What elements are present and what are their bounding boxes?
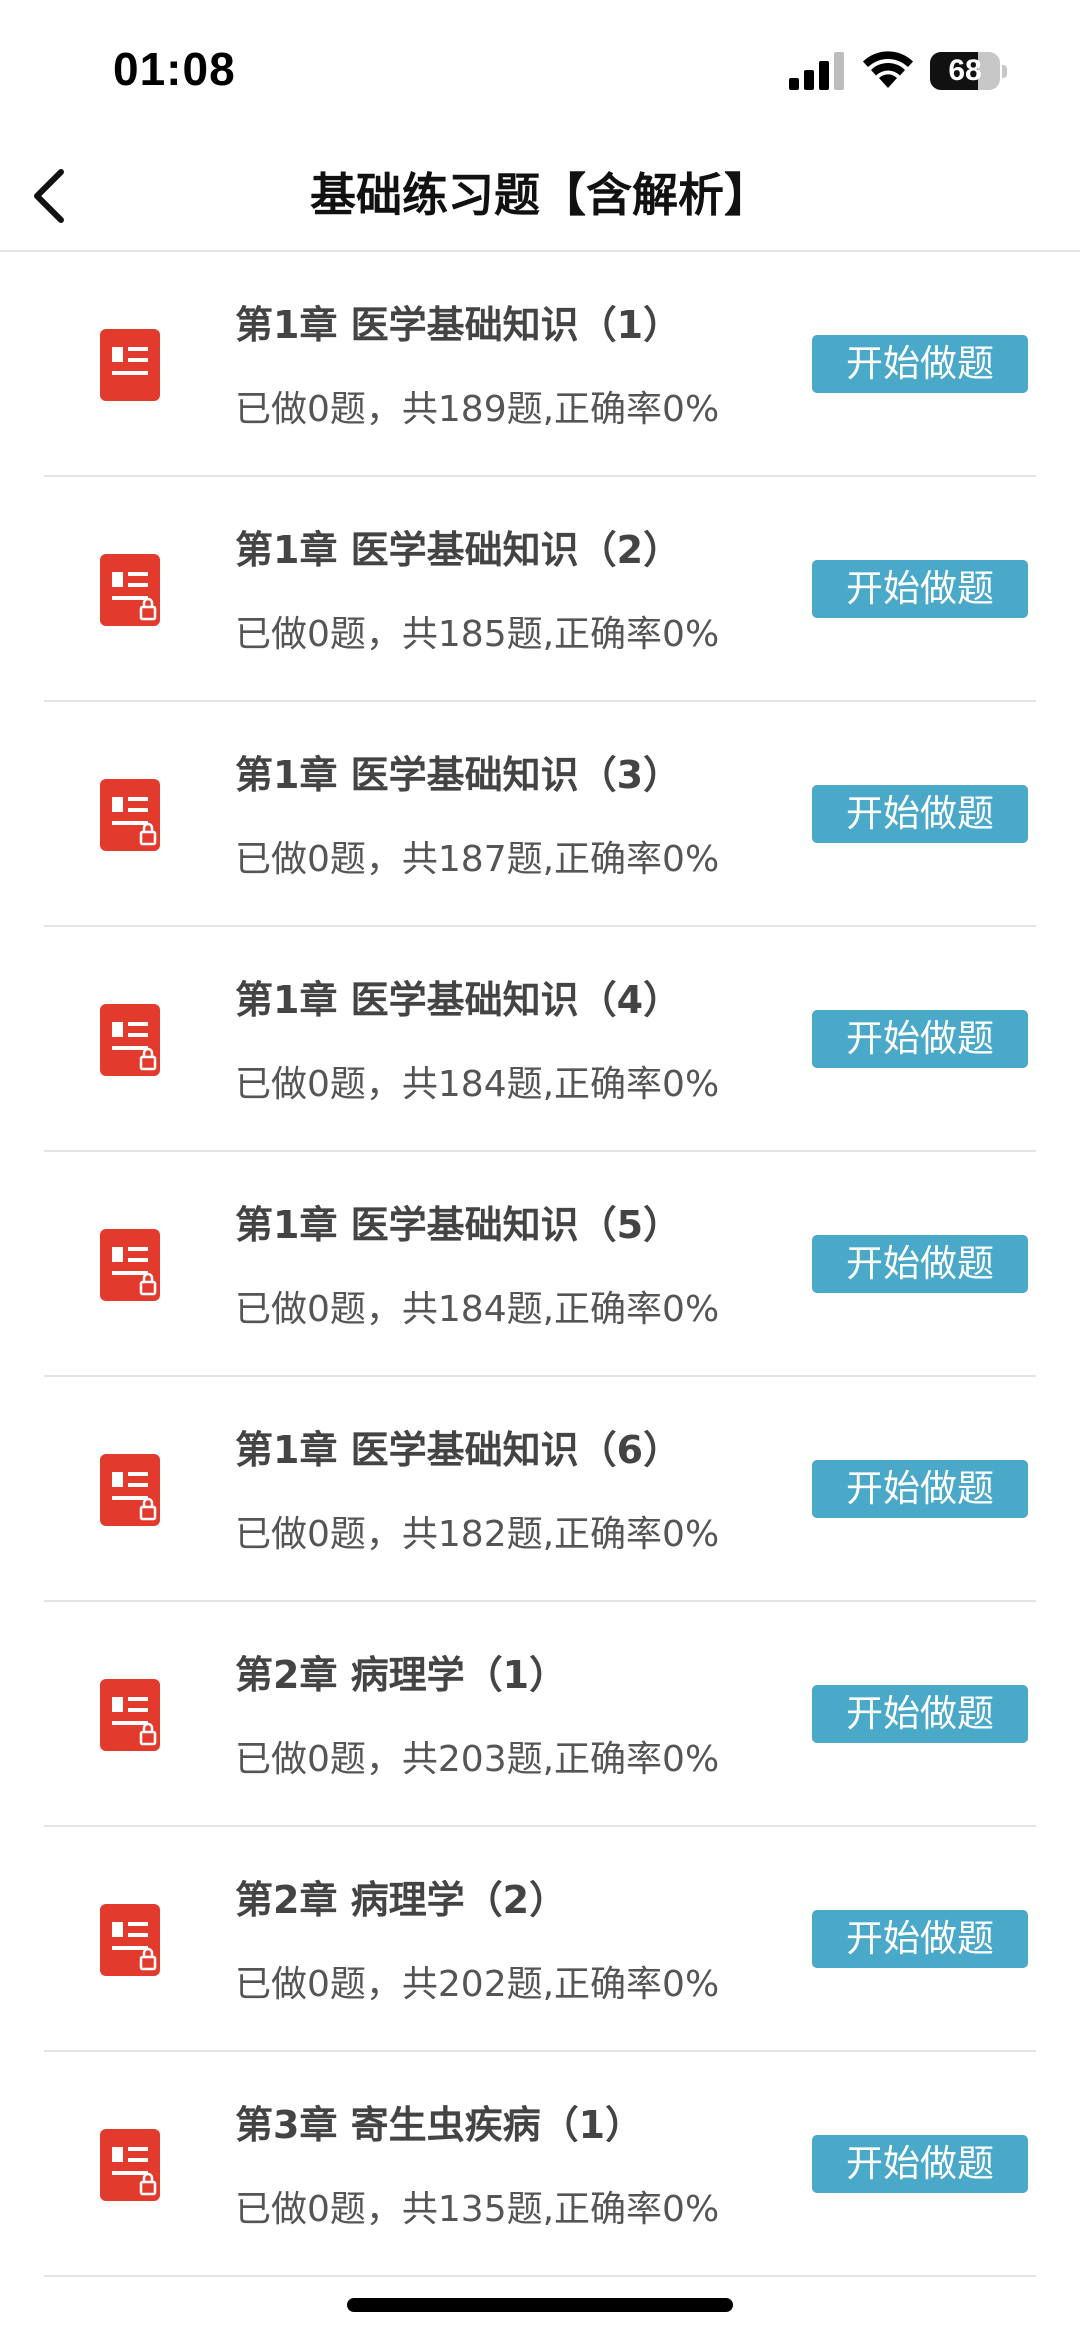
list-item: 第1章 医学基础知识（1） 已做0题，共189题,正确率0% 开始做题: [0, 252, 1080, 477]
battery-percent: 68: [948, 54, 982, 87]
exercise-doc-icon: [100, 2129, 160, 2201]
start-practice-button[interactable]: 开始做题: [812, 1910, 1028, 1968]
start-practice-button[interactable]: 开始做题: [812, 335, 1028, 393]
item-title: 第2章 病理学（2）: [235, 1878, 568, 1922]
item-progress: 已做0题，共182题,正确率0%: [235, 1514, 720, 1555]
exercise-doc-icon: [100, 1004, 160, 1076]
back-button[interactable]: [14, 158, 84, 234]
exercise-doc-icon: [100, 1679, 160, 1751]
page-title: 基础练习题【含解析】: [310, 168, 770, 222]
item-progress: 已做0题，共189题,正确率0%: [235, 389, 720, 430]
item-progress: 已做0题，共203题,正确率0%: [235, 1739, 720, 1780]
exercise-doc-icon: [100, 554, 160, 626]
list-item: 第2章 病理学（1） 已做0题，共203题,正确率0% 开始做题: [0, 1602, 1080, 1827]
item-title: 第1章 医学基础知识（3）: [235, 753, 682, 797]
item-progress: 已做0题，共135题,正确率0%: [235, 2189, 720, 2230]
chevron-left-icon: [34, 169, 64, 223]
battery-indicator: 68: [930, 52, 1008, 90]
exercise-doc-icon: [100, 1229, 160, 1301]
start-practice-button[interactable]: 开始做题: [812, 785, 1028, 843]
start-practice-button[interactable]: 开始做题: [812, 1235, 1028, 1293]
item-progress: 已做0题，共202题,正确率0%: [235, 1964, 720, 2005]
start-practice-button[interactable]: 开始做题: [812, 1010, 1028, 1068]
status-bar: 01:08 68: [0, 0, 1080, 140]
item-title: 第1章 医学基础知识（6）: [235, 1428, 682, 1472]
home-indicator[interactable]: [347, 2298, 733, 2312]
item-title: 第1章 医学基础知识（2）: [235, 528, 682, 572]
item-progress: 已做0题，共185题,正确率0%: [235, 614, 720, 655]
exercise-doc-icon: [100, 1454, 160, 1526]
status-time: 01:08: [113, 43, 236, 95]
item-progress: 已做0题，共187题,正确率0%: [235, 839, 720, 880]
list-item: 第1章 医学基础知识（6） 已做0题，共182题,正确率0% 开始做题: [0, 1377, 1080, 1602]
item-title: 第1章 医学基础知识（4）: [235, 978, 682, 1022]
exercise-doc-icon: [100, 329, 160, 401]
list-item: 第1章 医学基础知识（5） 已做0题，共184题,正确率0% 开始做题: [0, 1152, 1080, 1377]
exercise-doc-icon: [100, 779, 160, 851]
start-practice-button[interactable]: 开始做题: [812, 2135, 1028, 2193]
item-title: 第2章 病理学（1）: [235, 1653, 568, 1697]
list-item: 第1章 医学基础知识（2） 已做0题，共185题,正确率0% 开始做题: [0, 477, 1080, 702]
list-item: 第3章 寄生虫疾病（1） 已做0题，共135题,正确率0% 开始做题: [0, 2052, 1080, 2277]
item-title: 第1章 医学基础知识（1）: [235, 303, 682, 347]
start-practice-button[interactable]: 开始做题: [812, 1685, 1028, 1743]
start-practice-button[interactable]: 开始做题: [812, 1460, 1028, 1518]
start-practice-button[interactable]: 开始做题: [812, 560, 1028, 618]
wifi-icon: [863, 51, 913, 88]
item-progress: 已做0题，共184题,正确率0%: [235, 1064, 720, 1105]
item-title: 第1章 医学基础知识（5）: [235, 1203, 682, 1247]
cellular-signal-icon: [789, 52, 844, 90]
list-item: 第2章 病理学（2） 已做0题，共202题,正确率0% 开始做题: [0, 1827, 1080, 2052]
list-item: 第1章 医学基础知识（4） 已做0题，共184题,正确率0% 开始做题: [0, 927, 1080, 1152]
item-progress: 已做0题，共184题,正确率0%: [235, 1289, 720, 1330]
list-item: 第1章 医学基础知识（3） 已做0题，共187题,正确率0% 开始做题: [0, 702, 1080, 927]
exercise-list: 第1章 医学基础知识（1） 已做0题，共189题,正确率0% 开始做题 第1章 …: [0, 252, 1080, 2277]
exercise-doc-icon: [100, 1904, 160, 1976]
nav-bar: 基础练习题【含解析】: [0, 140, 1080, 252]
item-title: 第3章 寄生虫疾病（1）: [235, 2103, 644, 2147]
divider: [44, 2275, 1036, 2277]
